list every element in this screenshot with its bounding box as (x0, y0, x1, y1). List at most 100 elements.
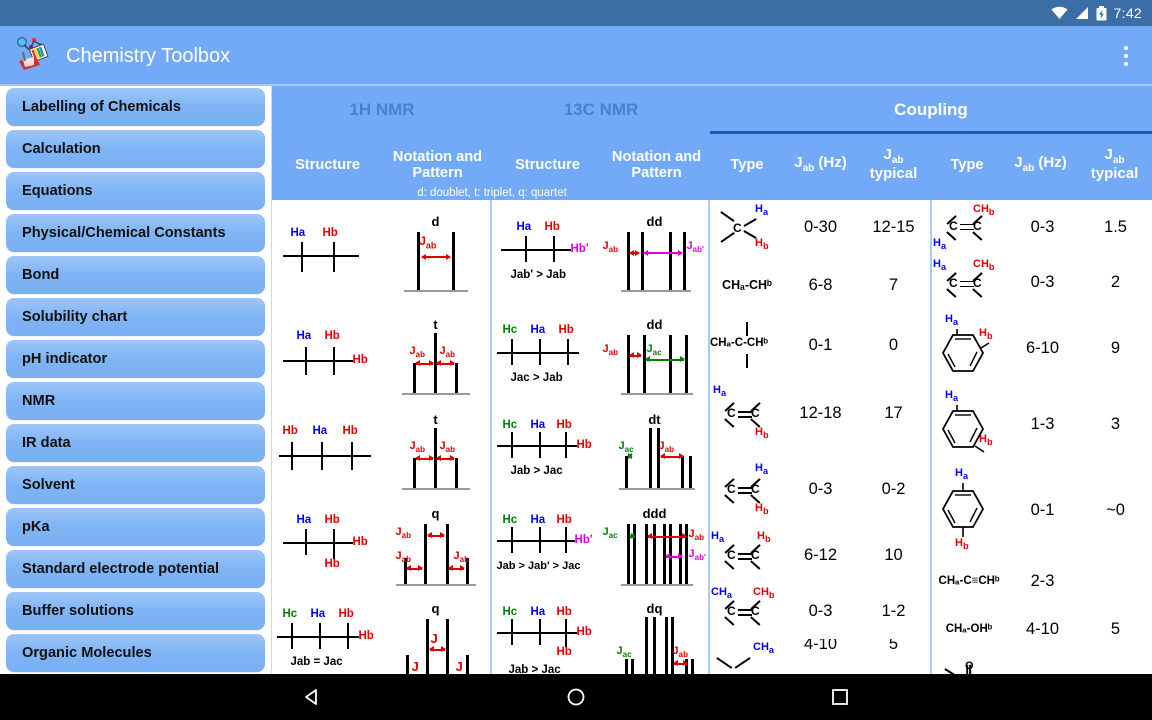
sidebar[interactable]: Labelling of Chemicals Calculation Equat… (0, 86, 272, 674)
table-row: Ha Hb C C (710, 527, 784, 583)
table-row: Ha Hb (272, 200, 381, 310)
table-cell: 6-10 (1025, 338, 1060, 357)
sidebar-item-label: Labelling of Chemicals (22, 99, 181, 115)
table-cell: 1-3 (1030, 414, 1055, 433)
table-row: CHa (710, 639, 784, 669)
column-coupling-type-1: Ha Hb C CHₐ-CHᵇ CHₐ-C-CHᵇ Ha Hb C C Ha H… (710, 200, 784, 674)
notation-label: ddd (642, 505, 667, 521)
home-circle-icon[interactable] (553, 674, 599, 720)
notation-label: d (431, 214, 440, 229)
table-row: CHb Ha C C (933, 202, 995, 251)
sidebar-item-buffer-solutions[interactable]: Buffer solutions (6, 592, 265, 630)
column-header-jab-hz-1: Jab (Hz) (794, 154, 847, 175)
atom-label: Ha (290, 227, 306, 239)
tab-coupling[interactable]: Coupling (710, 86, 1152, 134)
system-nav-bar[interactable] (0, 674, 1152, 720)
table-row: Ha Hb Hb' Jab' > Jab (492, 200, 601, 310)
notation-label: t (433, 411, 438, 427)
table-cell: 0-30 (803, 218, 838, 236)
atom-label: Hb (324, 557, 340, 570)
table-row: Ha Hb C (710, 200, 784, 255)
sidebar-item-physical-chemical-constants[interactable]: Physical/Chemical Constants (6, 214, 265, 252)
back-triangle-icon[interactable] (289, 674, 335, 720)
table-row: d Jab (381, 200, 490, 310)
table-row: CHₐ-CHᵇ (710, 255, 784, 315)
table-row: CHₐ-C≡CHᵇ (932, 558, 1006, 604)
atom-label: Hb (282, 424, 298, 437)
table-row: Ha Hb (932, 310, 1006, 386)
table-cell: 10 (884, 545, 903, 564)
wifi-icon (1051, 6, 1068, 20)
sidebar-item-organic-molecules[interactable]: Organic Molecules (6, 634, 265, 672)
atom-label: Ha (310, 607, 326, 620)
atom-label: Ha (530, 605, 546, 618)
column-structure-13c: Ha Hb Hb' Jab' > Jab Hc Ha Hb Jac > Jab … (492, 200, 601, 674)
notation-label: dd (646, 214, 663, 229)
data-grid[interactable]: Ha Hb Ha Hb Hb Hb Ha Hb Ha Hb Hb Hb Hc H… (272, 200, 1152, 674)
sidebar-item-labelling-of-chemicals[interactable]: Labelling of Chemicals (6, 88, 265, 126)
formula-label: CHₐ-OHᵇ (945, 623, 993, 635)
formula-label: CHₐ-C-CHᵇ (710, 337, 769, 349)
sidebar-item-equations[interactable]: Equations (6, 172, 265, 210)
row-note: Jac > Jab (510, 371, 563, 384)
atom-label: Ha (530, 323, 546, 336)
atom-label: Hb (556, 513, 572, 526)
chemistry-toolbox-logo (14, 35, 54, 78)
sidebar-item-label: IR data (22, 435, 71, 451)
table-row: dq Jac Jab (601, 595, 708, 674)
sidebar-item-bond[interactable]: Bond (6, 256, 265, 294)
atom-label: Hc (502, 605, 518, 618)
overflow-menu-icon[interactable] (1106, 32, 1146, 80)
tab-bar[interactable]: 1H NMR 13C NMR Coupling (272, 86, 1152, 134)
table-cell: 3 (1110, 414, 1121, 433)
table-row: dt Jac Jab (601, 405, 708, 500)
table-row: O (932, 654, 1006, 674)
atom-label: Hc (502, 418, 518, 431)
column-pattern-13c: dd Jab Jab' dd Jab Jac dt Jac Jab ddd Ja… (601, 200, 708, 674)
atom-label: Hb (352, 353, 368, 366)
table-row: Hc Ha Hb Hb' Jab > Jab' > Jac (492, 500, 601, 595)
table-row: t Jab Jab (381, 405, 490, 500)
tab-label: 13C NMR (563, 100, 639, 119)
tab-1h-nmr[interactable]: 1H NMR (272, 86, 492, 134)
row-note: Jab > Jac (510, 464, 563, 477)
table-cell: 2 (1110, 273, 1121, 291)
table-row: CHₐ-OHᵇ (932, 604, 1006, 654)
sidebar-item-standard-electrode-potential[interactable]: Standard electrode potential (6, 550, 265, 588)
battery-charging-icon (1096, 5, 1107, 21)
table-cell: 4-10 (803, 639, 838, 653)
status-bar: 7:42 (0, 0, 1152, 26)
recents-square-icon[interactable] (817, 674, 863, 720)
sidebar-item-label: pH indicator (22, 351, 108, 367)
sidebar-item-calculation[interactable]: Calculation (6, 130, 265, 168)
notation-label: dq (646, 600, 663, 616)
atom-label: Hb' (574, 533, 593, 546)
table-cell: 5 (1110, 619, 1121, 638)
table-cell: 0-3 (1030, 218, 1055, 236)
atom-label: Hb (322, 227, 338, 239)
sidebar-item-label: Equations (22, 183, 93, 199)
sidebar-item-ph-indicator[interactable]: pH indicator (6, 340, 265, 378)
sidebar-item-label: Solvent (22, 477, 75, 493)
atom-label: Ha (312, 424, 328, 437)
notation-label: dt (648, 411, 661, 427)
signal-icon (1075, 6, 1089, 20)
page-title: Chemistry Toolbox (66, 44, 231, 67)
atom-label: Hc (282, 607, 298, 620)
notation-label: q (431, 600, 440, 616)
sidebar-item-pka[interactable]: pKa (6, 508, 265, 546)
table-cell: 0 (888, 335, 899, 354)
sidebar-item-solvent[interactable]: Solvent (6, 466, 265, 504)
table-cell: 17 (884, 403, 903, 422)
sidebar-item-nmr[interactable]: NMR (6, 382, 265, 420)
notation-label: dd (646, 316, 663, 332)
sidebar-item-label: NMR (22, 393, 56, 409)
table-cell: 0-3 (1030, 273, 1055, 291)
sidebar-item-solubility-chart[interactable]: Solubility chart (6, 298, 265, 336)
sidebar-item-ir-data[interactable]: IR data (6, 424, 265, 462)
tab-13c-nmr[interactable]: 13C NMR (492, 86, 710, 134)
column-pattern-1h: d Jab t Jab Jab t Jab Jab q Jab Jab Jab … (381, 200, 490, 674)
table-cell: 0-3 (808, 601, 833, 620)
atom-label: Hb (324, 513, 340, 526)
atom-label: Ha (516, 221, 532, 233)
